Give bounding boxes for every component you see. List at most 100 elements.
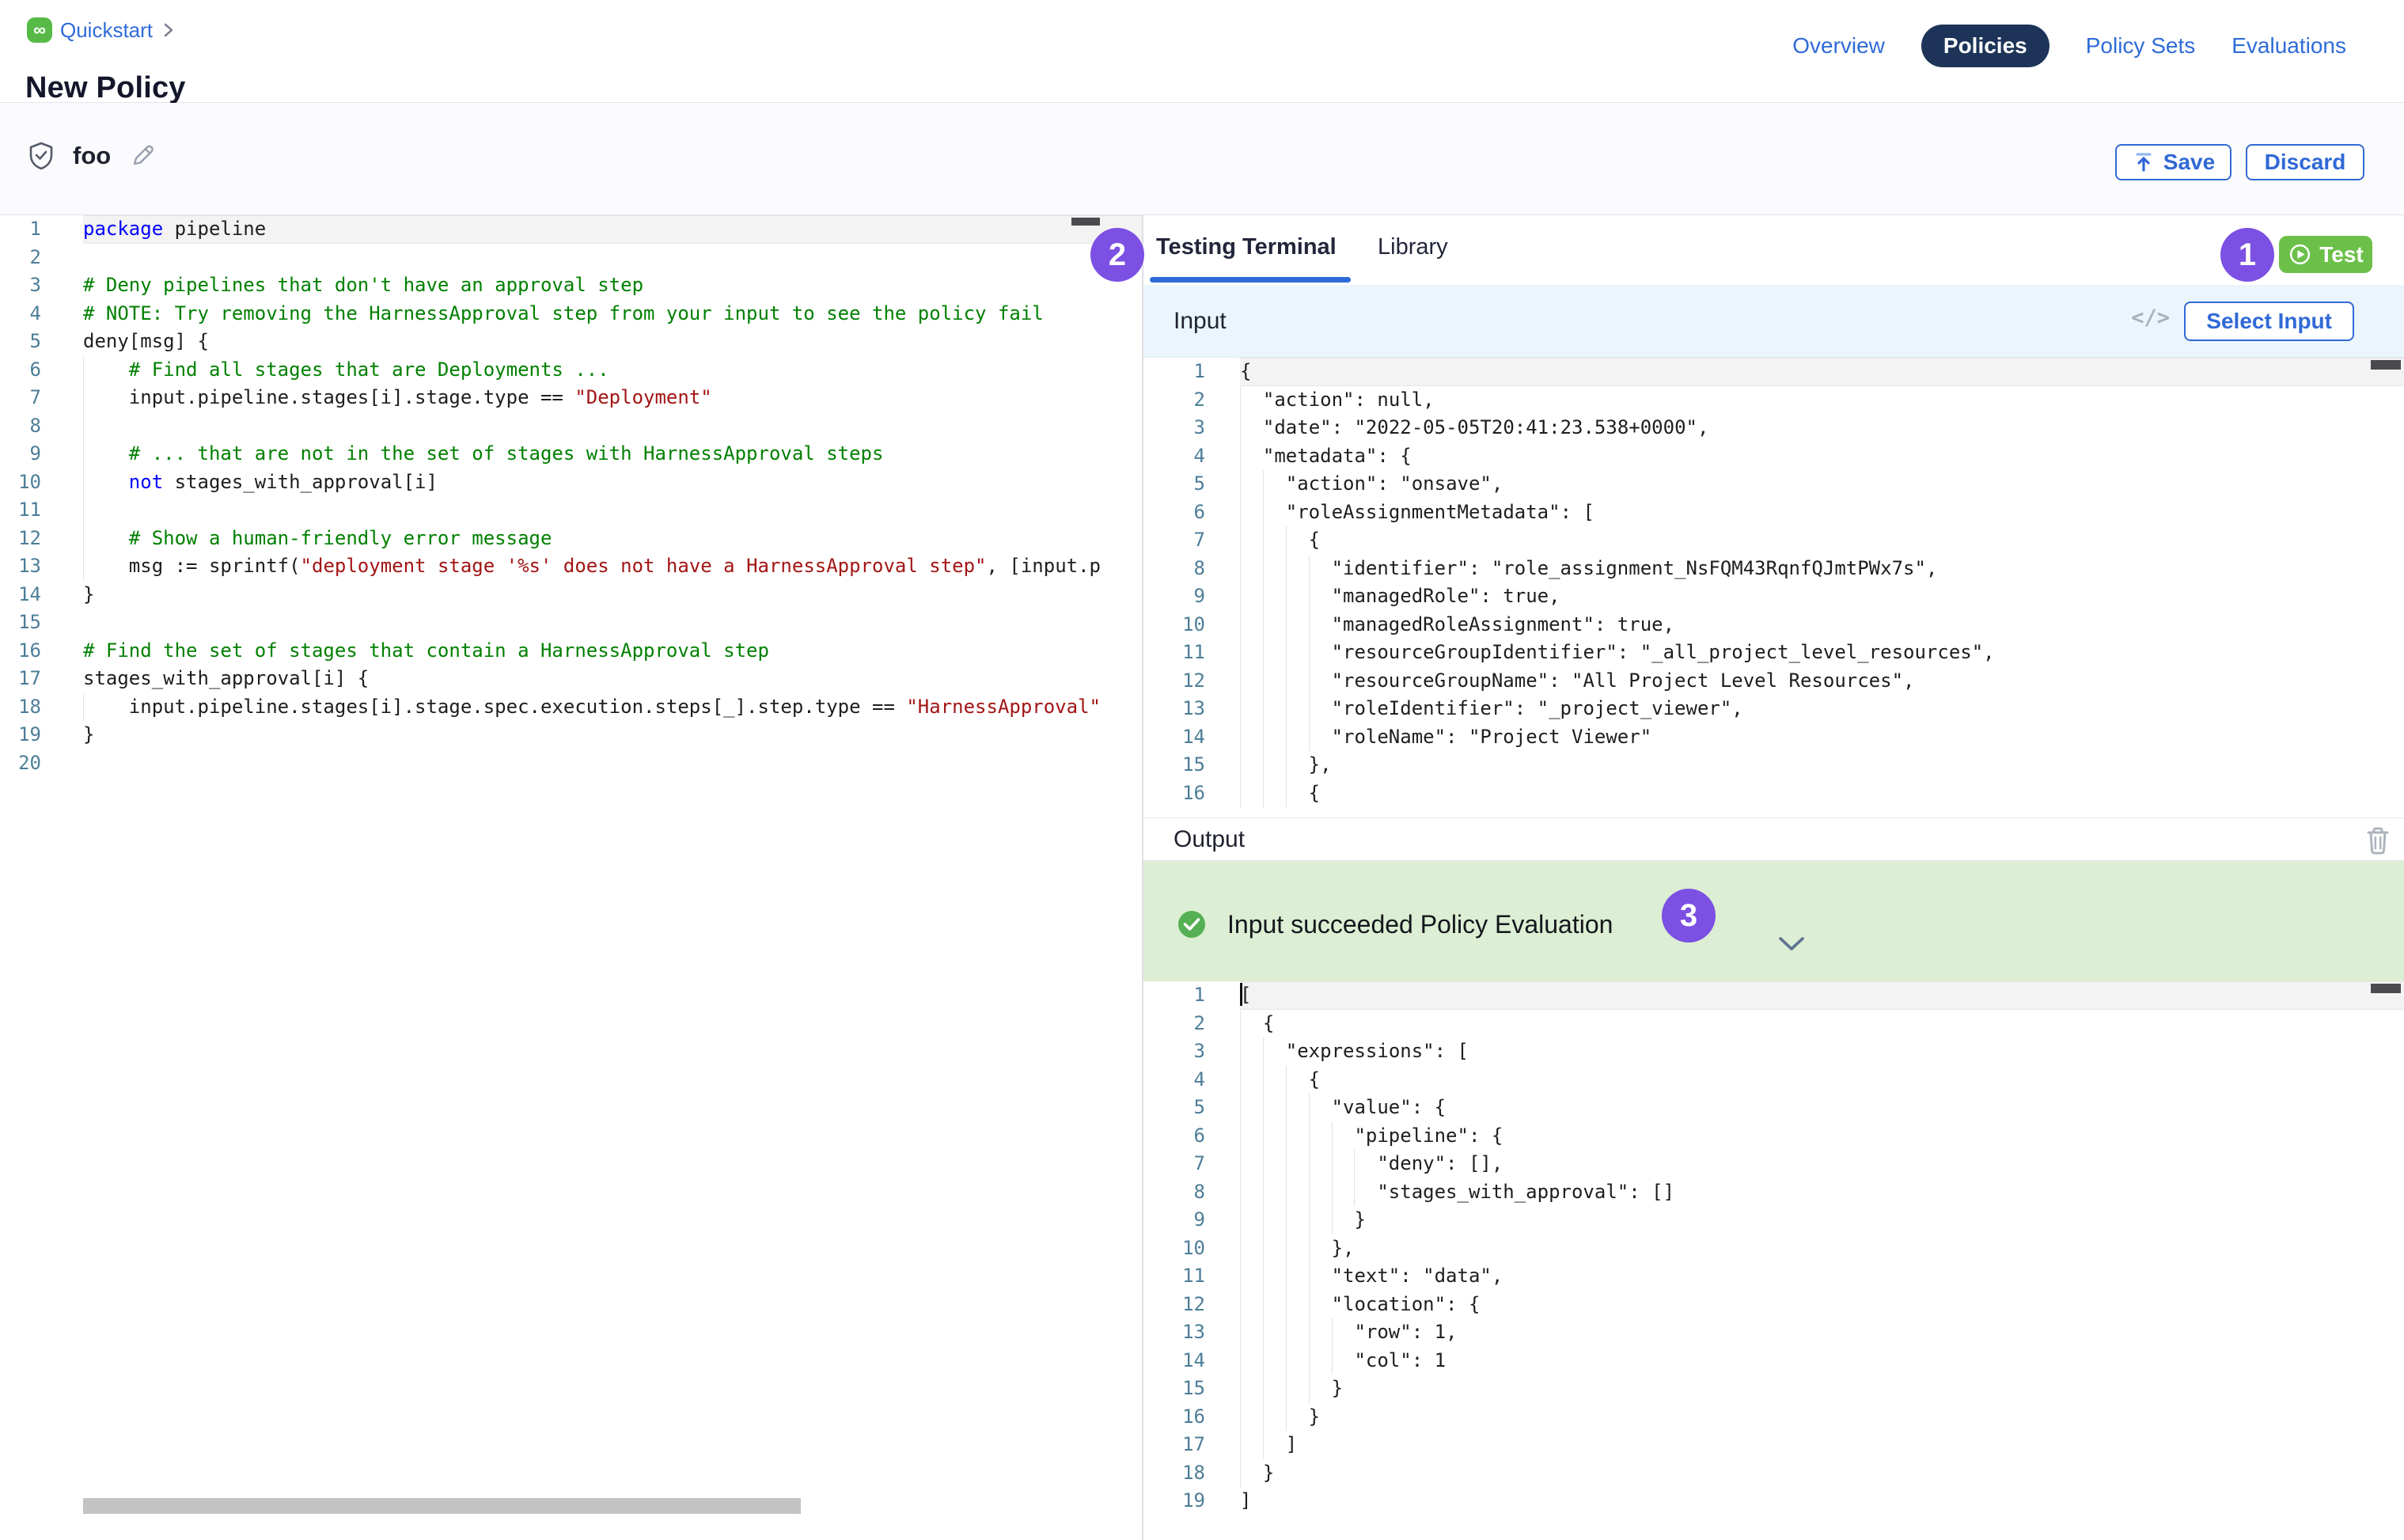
code-line: 2"action": null, (1143, 386, 2404, 415)
test-button[interactable]: Test (2279, 236, 2372, 273)
scrollbar-thumb[interactable] (2371, 984, 2401, 993)
chevron-down-icon[interactable] (1776, 935, 1807, 953)
annotation-callout-1: 1 (2220, 228, 2274, 282)
scrollbar-thumb[interactable] (2371, 360, 2401, 370)
line-number: 3 (1143, 414, 1240, 442)
code-line: 1[ (1143, 981, 2404, 1010)
code-brackets-icon[interactable]: </> (2131, 305, 2170, 330)
code-line: 5"value": { (1143, 1094, 2404, 1122)
nav-policies-active[interactable]: Policies (1921, 25, 2049, 67)
annotation-callout-3: 3 (1662, 889, 1716, 943)
output-json-editor[interactable]: 1[2{3"expressions": [4{5"value": {6"pipe… (1143, 981, 2404, 1540)
line-number: 10 (1143, 611, 1240, 639)
tab-testing-terminal[interactable]: Testing Terminal (1153, 234, 1340, 260)
line-number: 16 (1143, 1403, 1240, 1432)
line-number: 1 (1143, 981, 1240, 1010)
save-upload-icon (2132, 150, 2156, 174)
code-line: 14"roleName": "Project Viewer" (1143, 723, 2404, 752)
code-line: 4{ (1143, 1066, 2404, 1094)
line-number: 14 (1143, 1347, 1240, 1375)
code-line: 6"pipeline": { (1143, 1122, 2404, 1151)
line-number: 3 (1143, 1037, 1240, 1066)
line-number: 13 (0, 552, 83, 581)
line-number: 1 (0, 215, 83, 244)
code-line: 10"managedRoleAssignment": true, (1143, 611, 2404, 639)
scrollbar-thumb[interactable] (1071, 218, 1100, 226)
content-area: 1package pipeline23# Deny pipelines that… (0, 215, 2404, 1540)
line-number: 2 (1143, 1010, 1240, 1038)
code-line: 16{ (1143, 779, 2404, 808)
line-number: 17 (0, 665, 83, 693)
code-line: 3"expressions": [ (1143, 1037, 2404, 1066)
code-line: 2{ (1143, 1010, 2404, 1038)
breadcrumb-chevron-icon (162, 21, 175, 40)
code-line: 15 (0, 609, 1142, 637)
line-number: 19 (0, 721, 83, 749)
code-line: 9} (1143, 1206, 2404, 1235)
input-json-editor[interactable]: 1{2"action": null,3"date": "2022-05-05T2… (1143, 358, 2404, 817)
line-number: 7 (1143, 1150, 1240, 1178)
policy-code-editor[interactable]: 1package pipeline23# Deny pipelines that… (0, 215, 1142, 1540)
code-line: 3# Deny pipelines that don't have an app… (0, 271, 1142, 300)
line-number: 4 (1143, 442, 1240, 471)
save-button[interactable]: Save (2115, 144, 2231, 180)
line-number: 10 (0, 468, 83, 497)
trash-icon[interactable] (2364, 825, 2391, 855)
horizontal-scrollbar[interactable] (83, 1498, 801, 1514)
edit-pencil-icon[interactable] (128, 142, 157, 170)
code-line: 9"managedRole": true, (1143, 582, 2404, 611)
line-number: 2 (0, 244, 83, 272)
code-line: 13msg := sprintf("deployment stage '%s' … (0, 552, 1142, 581)
tab-library[interactable]: Library (1375, 234, 1451, 260)
policy-name: foo (73, 142, 111, 170)
line-number: 6 (1143, 499, 1240, 527)
code-line: 19} (0, 721, 1142, 749)
play-icon (2288, 242, 2312, 267)
breadcrumb-link-quickstart[interactable]: Quickstart (60, 18, 153, 43)
code-line: 4# NOTE: Try removing the HarnessApprova… (0, 300, 1142, 328)
code-line: 6# Find all stages that are Deployments … (0, 356, 1142, 385)
nav-evaluations[interactable]: Evaluations (2231, 33, 2346, 59)
line-number: 6 (0, 356, 83, 385)
code-line: 7{ (1143, 526, 2404, 555)
code-line: 17] (1143, 1431, 2404, 1459)
code-line: 5"action": "onsave", (1143, 470, 2404, 499)
nav-policy-sets[interactable]: Policy Sets (2086, 33, 2196, 59)
select-input-button[interactable]: Select Input (2184, 302, 2354, 341)
line-number: 8 (1143, 1178, 1240, 1207)
code-line: 11 (0, 496, 1142, 525)
success-check-icon (1178, 911, 1205, 938)
line-number: 16 (0, 637, 83, 666)
line-number: 3 (0, 271, 83, 300)
code-line: 11"text": "data", (1143, 1262, 2404, 1291)
code-line: 12"location": { (1143, 1291, 2404, 1319)
line-number: 11 (0, 496, 83, 525)
terminal-tabs: Testing Terminal Library Test (1143, 215, 2404, 285)
line-number: 1 (1143, 358, 1240, 386)
code-line: 18} (1143, 1459, 2404, 1488)
line-number: 9 (0, 440, 83, 468)
code-line: 8 (0, 412, 1142, 441)
code-line: 4"metadata": { (1143, 442, 2404, 471)
line-number: 6 (1143, 1122, 1240, 1151)
line-number: 12 (1143, 1291, 1240, 1319)
code-line: 15}, (1143, 751, 2404, 779)
code-line: 13"row": 1, (1143, 1318, 2404, 1347)
line-number: 18 (1143, 1459, 1240, 1488)
code-line: 6"roleAssignmentMetadata": [ (1143, 499, 2404, 527)
nav-overview[interactable]: Overview (1792, 33, 1885, 59)
code-line: 15} (1143, 1375, 2404, 1403)
line-number: 2 (1143, 386, 1240, 415)
policy-code[interactable]: 1package pipeline23# Deny pipelines that… (0, 215, 1142, 777)
code-line: 12# Show a human-friendly error message (0, 525, 1142, 553)
code-line: 1package pipeline (0, 215, 1142, 244)
input-label: Input (1174, 308, 1227, 335)
top-nav: Overview Policies Policy Sets Evaluation… (1792, 24, 2346, 68)
shield-check-icon (27, 141, 55, 171)
line-number: 16 (1143, 779, 1240, 808)
code-line: 3"date": "2022-05-05T20:41:23.538+0000", (1143, 414, 2404, 442)
line-number: 11 (1143, 1262, 1240, 1291)
evaluation-success-banner: Input succeeded Policy Evaluation (1143, 861, 2404, 981)
discard-button[interactable]: Discard (2246, 144, 2364, 180)
breadcrumb: ∞ Quickstart (27, 17, 175, 43)
